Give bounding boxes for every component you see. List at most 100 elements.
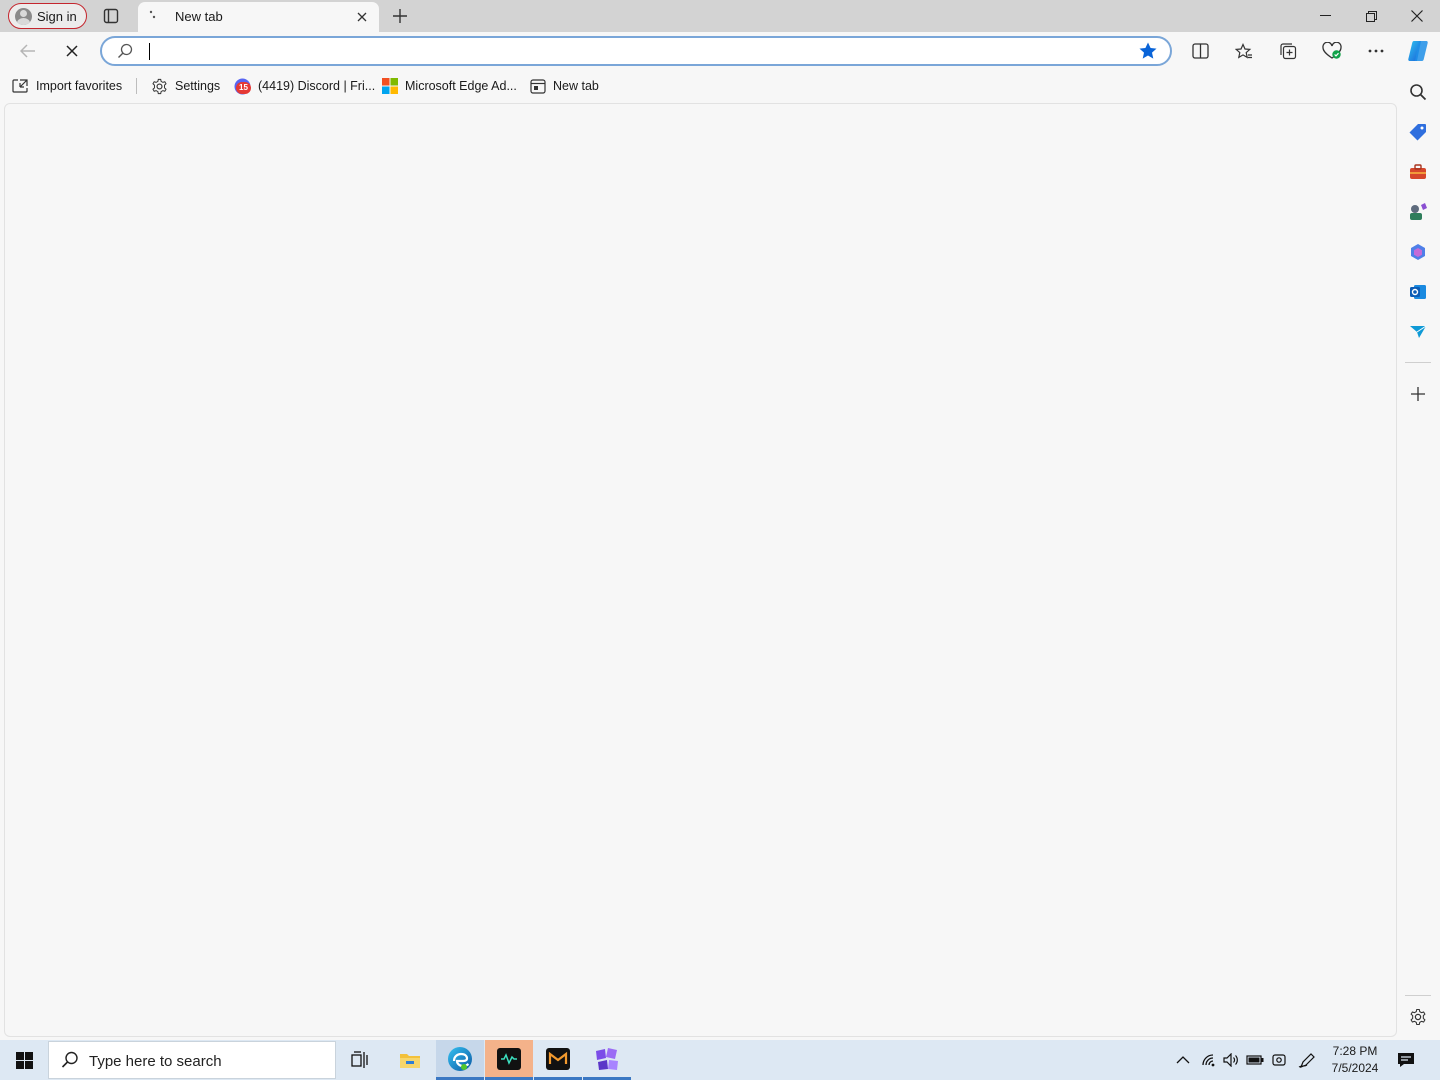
sidebar-shopping-button[interactable] <box>1406 120 1430 144</box>
favorite-label: New tab <box>553 79 599 93</box>
shopping-tag-icon <box>1409 124 1426 141</box>
tab-actions-button[interactable] <box>100 5 122 27</box>
plus-icon <box>393 9 407 23</box>
app-puzzle-button[interactable] <box>583 1040 631 1080</box>
taskbar-search-box[interactable] <box>48 1041 336 1079</box>
microsoft-365-icon <box>1411 244 1425 260</box>
sidebar-search-button[interactable] <box>1406 80 1430 104</box>
taskbar: 7:28 PM 7/5/2024 <box>0 1040 1440 1080</box>
more-button[interactable] <box>1361 36 1391 66</box>
back-arrow-icon <box>20 44 35 58</box>
pen-icon <box>1298 1053 1315 1068</box>
microsoft-logo-icon <box>382 78 398 94</box>
app-m-button[interactable] <box>534 1040 582 1080</box>
camera-button[interactable] <box>1269 1050 1289 1070</box>
network-button[interactable] <box>1199 1050 1219 1070</box>
favorite-import-favorites[interactable]: Import favorites <box>12 76 122 96</box>
clock[interactable]: 7:28 PM 7/5/2024 <box>1326 1043 1384 1077</box>
action-center-button[interactable] <box>1392 1048 1420 1072</box>
copilot-button[interactable] <box>1403 36 1433 66</box>
sidebar-settings-button[interactable] <box>1406 1005 1430 1029</box>
tools-icon <box>1410 164 1426 179</box>
file-explorer-icon <box>400 1054 420 1068</box>
tab-close-button[interactable] <box>353 8 371 26</box>
collections-button[interactable] <box>1273 36 1303 66</box>
sidebar-add-button[interactable] <box>1406 382 1430 406</box>
sidebar-divider <box>1405 995 1431 996</box>
sidebar-drop-button[interactable] <box>1406 320 1430 344</box>
edge-icon <box>448 1046 472 1071</box>
edge-taskbar-button[interactable] <box>436 1040 484 1080</box>
sidebar-microsoft-365-button[interactable] <box>1406 240 1430 264</box>
copilot-icon <box>1408 41 1428 61</box>
show-hidden-icons-button[interactable] <box>1173 1050 1193 1070</box>
back-button[interactable] <box>13 36 43 66</box>
favorite-settings[interactable]: Settings <box>151 76 220 96</box>
network-icon <box>1202 1054 1215 1067</box>
profile-avatar-icon <box>15 7 32 25</box>
stop-loading-button[interactable] <box>57 36 87 66</box>
new-tab-page-icon <box>530 78 546 94</box>
windows-logo-icon <box>15 1051 33 1069</box>
sidebar-games-button[interactable] <box>1406 200 1430 224</box>
taskbar-search-input[interactable] <box>87 1051 317 1071</box>
volume-icon <box>1223 1053 1238 1067</box>
toolbar <box>0 32 1440 70</box>
favorite-label: (4419) Discord | Fri... <box>258 79 376 93</box>
address-input[interactable] <box>148 41 1108 61</box>
notification-icon <box>1398 1053 1414 1067</box>
discord-icon: 15 <box>234 78 251 95</box>
file-explorer-button[interactable] <box>386 1040 434 1080</box>
more-icon <box>1368 49 1384 53</box>
app-puzzle-icon <box>596 1047 618 1070</box>
address-bar[interactable] <box>100 36 1172 66</box>
favorite-star-icon <box>1139 42 1157 59</box>
games-icon <box>1410 203 1427 220</box>
sidebar-outlook-button[interactable] <box>1406 280 1430 304</box>
sign-in-button[interactable]: Sign in <box>8 3 87 29</box>
pen-button[interactable] <box>1297 1050 1317 1070</box>
title-bar: Sign in New tab <box>0 0 1440 32</box>
app-waveform-button[interactable] <box>485 1040 533 1080</box>
split-screen-button[interactable] <box>1185 36 1215 66</box>
volume-button[interactable] <box>1221 1050 1241 1070</box>
browser-essentials-button[interactable] <box>1317 36 1347 66</box>
window-close-button[interactable] <box>1394 0 1440 32</box>
favorite-new-tab[interactable]: New tab <box>530 76 599 96</box>
add-icon <box>1411 387 1425 401</box>
camera-icon <box>1272 1054 1286 1066</box>
loading-icon <box>149 10 156 19</box>
discord-badge: 15 <box>236 81 251 94</box>
favorites-bar: Import favorites Settings 15 (4419) Disc… <box>0 70 1400 102</box>
task-view-button[interactable] <box>336 1040 384 1080</box>
battery-button[interactable] <box>1245 1050 1265 1070</box>
tab-new-tab[interactable]: New tab <box>138 2 379 32</box>
search-icon <box>118 43 133 58</box>
edge-sidebar <box>1398 70 1440 1040</box>
collections-icon <box>1280 43 1297 60</box>
favorite-discord[interactable]: 15 (4419) Discord | Fri... <box>234 76 375 96</box>
browser-essentials-icon <box>1322 42 1342 59</box>
text-caret <box>149 43 150 60</box>
tab-title: New tab <box>175 9 223 24</box>
new-tab-button[interactable] <box>389 4 411 28</box>
favorites-icon <box>1235 42 1252 59</box>
favorite-microsoft-edge-addons[interactable]: Microsoft Edge Ad... <box>382 76 517 96</box>
minimize-icon <box>1319 15 1331 16</box>
favorites-button[interactable] <box>1229 36 1259 66</box>
stop-loading-icon <box>66 45 78 57</box>
start-button[interactable] <box>0 1040 48 1080</box>
drop-icon <box>1410 325 1427 338</box>
sidebar-tools-button[interactable] <box>1406 160 1430 184</box>
restore-button[interactable] <box>1348 0 1394 32</box>
window-close-icon <box>1411 10 1423 22</box>
sidebar-divider <box>1405 362 1431 363</box>
minimize-button[interactable] <box>1302 0 1348 32</box>
chevron-up-icon <box>1176 1056 1190 1064</box>
favorite-label: Settings <box>175 79 221 93</box>
split-screen-icon <box>1191 43 1209 59</box>
tab-actions-icon <box>103 8 119 24</box>
sign-in-label: Sign in <box>37 8 77 24</box>
favorite-star-button[interactable] <box>1138 41 1158 64</box>
app-waveform-icon <box>497 1047 521 1070</box>
